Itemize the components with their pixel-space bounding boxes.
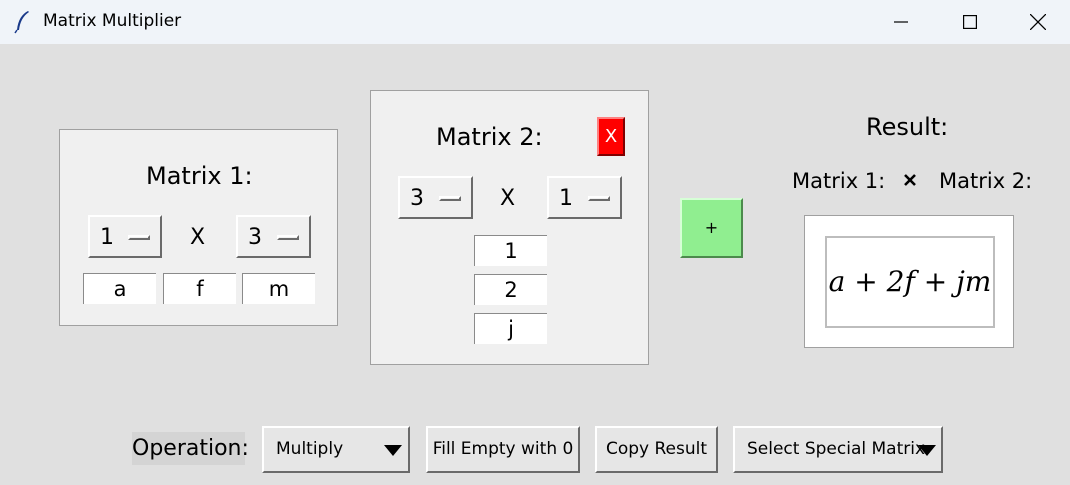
close-icon — [1029, 14, 1046, 30]
minimize-button[interactable] — [866, 0, 936, 44]
add-matrix-button[interactable]: + — [680, 198, 743, 258]
option-indicator — [588, 196, 610, 201]
matrix2-times-label: X — [500, 186, 516, 211]
matrix1-cell[interactable]: f — [163, 273, 236, 304]
matrix1-cell[interactable]: a — [83, 273, 156, 304]
copy-result-button[interactable]: Copy Result — [595, 426, 718, 473]
operation-value: Multiply — [276, 439, 344, 459]
maximize-button[interactable] — [935, 0, 1005, 44]
matrix2-rows-menu[interactable]: 3 — [398, 176, 473, 219]
remove-matrix-button[interactable]: X — [597, 117, 625, 156]
matrix2-rows-value: 3 — [410, 186, 424, 211]
result-right-label: Matrix 2: — [939, 169, 1033, 193]
matrix2-title: Matrix 2: — [436, 123, 543, 151]
result-display: a + 2f + jm — [825, 236, 995, 328]
close-button[interactable] — [1005, 0, 1070, 44]
option-indicator — [128, 235, 150, 240]
matrix1-cols-value: 3 — [248, 225, 262, 250]
matrix1-rows-value: 1 — [100, 225, 114, 250]
feather-icon — [14, 11, 29, 34]
title-bar: Matrix Multiplier — [0, 0, 1070, 44]
result-title: Result: — [866, 113, 949, 141]
option-indicator — [277, 235, 299, 240]
times-icon — [904, 174, 916, 186]
special-matrix-dropdown[interactable]: Select Special Matrix — [733, 426, 943, 473]
operation-dropdown[interactable]: Multiply — [262, 426, 410, 473]
result-expression: a + 2f + jm — [828, 265, 992, 298]
matrix1-times-label: X — [190, 225, 206, 250]
matrix1-title: Matrix 1: — [146, 162, 253, 190]
window-title: Matrix Multiplier — [43, 11, 182, 31]
matrix2-cell[interactable]: j — [474, 313, 547, 344]
matrix1-cell[interactable]: m — [242, 273, 315, 304]
minimize-icon — [894, 21, 908, 23]
matrix1-cols-menu[interactable]: 3 — [236, 215, 311, 258]
result-left-label: Matrix 1: — [792, 169, 886, 193]
special-matrix-label: Select Special Matrix — [747, 439, 926, 459]
operation-label: Operation: — [132, 432, 249, 465]
matrix2-cell[interactable]: 2 — [474, 274, 547, 305]
option-indicator — [439, 196, 461, 201]
maximize-icon — [963, 15, 977, 29]
caret-down-icon — [384, 445, 402, 456]
caret-down-icon — [918, 445, 936, 456]
matrix1-rows-menu[interactable]: 1 — [88, 215, 162, 258]
matrix2-cell[interactable]: 1 — [474, 235, 547, 266]
fill-empty-button[interactable]: Fill Empty with 0 — [426, 426, 580, 473]
matrix2-cols-value: 1 — [559, 186, 573, 211]
matrix2-cols-menu[interactable]: 1 — [547, 176, 622, 219]
